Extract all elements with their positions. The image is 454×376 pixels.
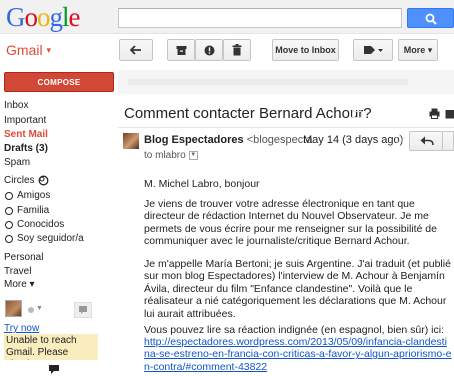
sidebar-item-circle[interactable]: Familia: [5, 205, 49, 216]
sidebar-item-important[interactable]: Important: [4, 114, 46, 127]
greeting: M. Michel Labro, bonjour: [144, 178, 260, 190]
report-spam-button[interactable]: [195, 39, 223, 61]
print-icon[interactable]: [429, 108, 440, 119]
star-icon[interactable]: ☆: [394, 131, 406, 147]
article-link[interactable]: http://espectadores.wordpress.com/2013/0…: [144, 336, 452, 373]
circles-icon: [38, 175, 49, 186]
gmail-app-switcher[interactable]: Gmail ▾: [6, 42, 51, 58]
trash-icon: [232, 44, 242, 56]
message-more-button[interactable]: [443, 131, 454, 151]
archive-button[interactable]: [167, 39, 195, 61]
logo-letter: e: [68, 2, 81, 32]
sidebar-item-personal[interactable]: Personal: [4, 251, 43, 264]
top-bar: Google: [0, 0, 454, 34]
chevron-down-icon[interactable]: ▼: [36, 305, 43, 312]
circle-ring-icon: [5, 234, 13, 243]
message-strip: [118, 70, 454, 94]
new-window-icon[interactable]: [445, 108, 454, 119]
spam-icon: [204, 45, 214, 55]
message-subject: Comment contacter Bernard Achour?: [124, 105, 372, 122]
avatar[interactable]: [5, 300, 22, 317]
circle-label: Amigos: [17, 190, 51, 201]
sidebar-item-drafts[interactable]: Drafts (3): [4, 142, 48, 155]
strip-placeholder: [128, 79, 408, 85]
body-paragraph-3: Vous pouvez lire sa réaction indignée (e…: [144, 324, 445, 336]
recipient-label: to mlabro: [144, 150, 186, 161]
reply-icon: [420, 136, 434, 146]
archive-icon: [176, 45, 186, 55]
sidebar-item-travel[interactable]: Travel: [4, 265, 31, 278]
circle-ring-icon: [5, 191, 13, 200]
search-input[interactable]: [118, 8, 402, 28]
chat-button[interactable]: [74, 302, 92, 318]
compose-button[interactable]: COMPOSE: [4, 72, 114, 92]
header-divider: [118, 127, 454, 128]
more-button[interactable]: More ▾: [398, 39, 438, 61]
sidebar-item-inbox[interactable]: Inbox: [4, 99, 28, 112]
circle-ring-icon: [5, 220, 13, 229]
sidebar-item-circles[interactable]: Circles: [4, 174, 49, 187]
circle-label: Conocidos: [17, 219, 65, 230]
sidebar-item-circle[interactable]: Conocidos: [5, 219, 64, 230]
circle-ring-icon: [5, 206, 13, 215]
body-paragraph-1: Je viens de trouver votre adresse électr…: [144, 198, 437, 248]
chat-icon[interactable]: [48, 364, 60, 375]
arrow-left-icon: [130, 45, 141, 55]
delete-button[interactable]: [223, 39, 251, 61]
search-button[interactable]: [407, 8, 454, 28]
logo-letter: o: [24, 2, 38, 32]
chat-bubble-icon: [79, 306, 87, 314]
logo-letter: g: [49, 2, 63, 32]
logo-letter: G: [6, 2, 25, 32]
body-paragraph-2: Je m'appelle María Bertoni; je suis Arge…: [144, 258, 451, 320]
sender-name: Blog Espectadores: [144, 134, 244, 146]
recipients[interactable]: to mlabro ▼: [144, 150, 198, 161]
google-logo[interactable]: Google: [6, 2, 80, 32]
labels-button[interactable]: [353, 39, 393, 61]
connection-warning: Unable to reach Gmail. Please check: [4, 334, 98, 360]
circles-label: Circles: [4, 175, 35, 186]
chevron-down-icon: ▾: [46, 45, 51, 55]
circle-label: Soy seguidor/a: [17, 233, 84, 244]
search-icon: [425, 13, 437, 25]
sidebar-item-spam[interactable]: Spam: [4, 156, 30, 169]
back-button[interactable]: [119, 39, 153, 61]
sidebar-item-sent-mail[interactable]: Sent Mail: [4, 128, 48, 141]
try-now-link[interactable]: Try now: [4, 323, 39, 334]
gmail-label: Gmail: [6, 42, 43, 58]
reply-button[interactable]: [409, 131, 443, 151]
sidebar-item-more[interactable]: More ▾: [4, 278, 35, 291]
sidebar-item-circle[interactable]: Amigos: [5, 190, 50, 201]
label-icon: [364, 46, 383, 54]
circle-label: Familia: [17, 205, 50, 216]
logo-letter: o: [37, 2, 50, 32]
sidebar-item-circle[interactable]: Soy seguidor/a: [5, 233, 84, 244]
message-date: May 14 (3 days ago): [303, 134, 404, 146]
sender-avatar[interactable]: [123, 133, 139, 149]
chevron-down-icon[interactable]: ▼: [188, 151, 198, 160]
label-tag-icon[interactable]: [352, 111, 362, 118]
status-indicator-icon[interactable]: [28, 307, 34, 313]
sender[interactable]: Blog Espectadores <blogespecta: [144, 134, 312, 146]
move-to-inbox-button[interactable]: Move to Inbox: [272, 39, 339, 61]
